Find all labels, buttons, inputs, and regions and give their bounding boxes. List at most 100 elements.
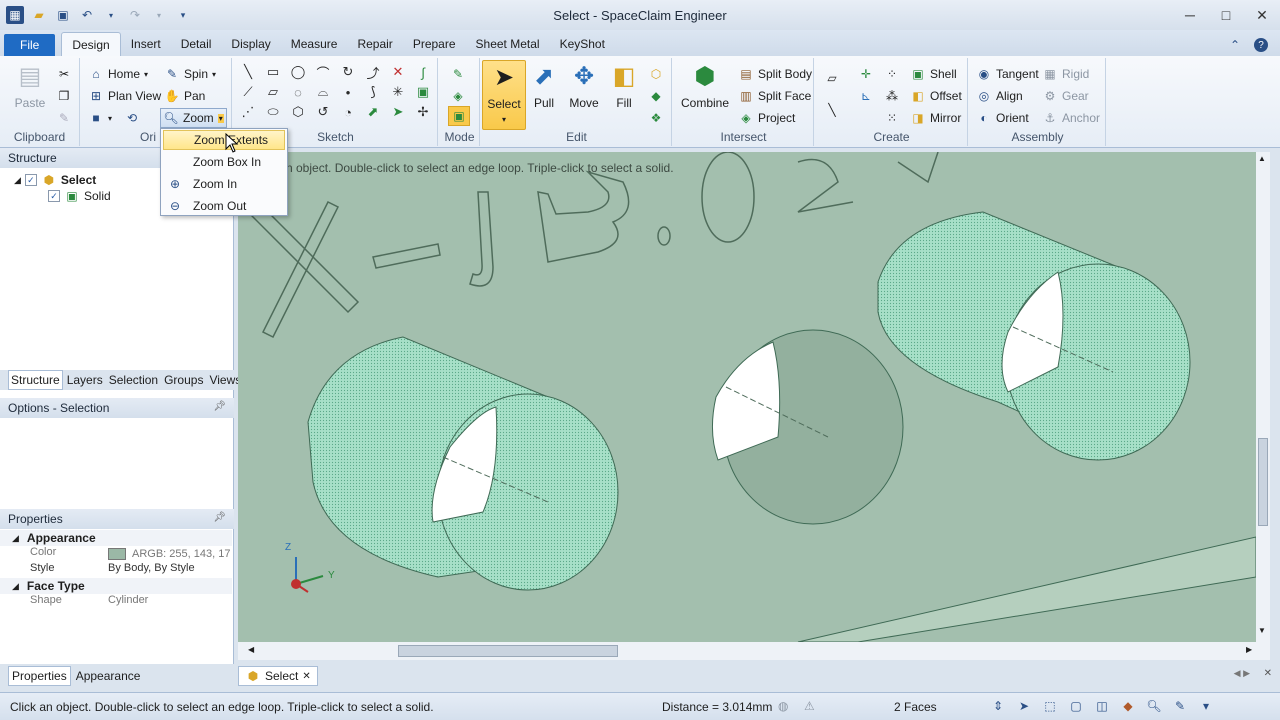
point-button[interactable]: ✛ xyxy=(858,64,874,84)
redo-dropdown-icon[interactable]: ▾ xyxy=(150,6,168,24)
arc-icon[interactable]: ⌒ xyxy=(315,64,331,81)
split-line-icon[interactable]: ✳ xyxy=(390,84,406,100)
customize-qat-icon[interactable]: ▾ xyxy=(174,6,192,24)
help-icon[interactable]: ? xyxy=(1254,38,1268,52)
prop-row-style[interactable]: Style By Body, By Style xyxy=(0,562,232,578)
spline-icon[interactable]: ∫ xyxy=(415,64,431,80)
combine-button[interactable]: ⬢ Combine xyxy=(680,60,730,126)
spin-button[interactable]: ✎ Spin ▾ xyxy=(164,64,216,84)
prop-category-face-type[interactable]: ◢ Face Type xyxy=(0,578,232,594)
scroll-up-icon[interactable]: ▲ xyxy=(1258,154,1266,163)
vertical-scrollbar[interactable]: ▲ ▼ xyxy=(1256,152,1270,642)
undo-dropdown-icon[interactable]: ▾ xyxy=(102,6,120,24)
move-button[interactable]: ✥ Move xyxy=(562,60,606,126)
zoom-dropdown-icon[interactable]: ▾ xyxy=(217,113,224,123)
maximize-button[interactable]: □ xyxy=(1208,0,1244,30)
tab-sheet-metal[interactable]: Sheet Metal xyxy=(466,32,550,56)
gear-button[interactable]: ⚙ Gear xyxy=(1042,86,1089,106)
offset-button[interactable]: ◧ Offset xyxy=(910,86,961,106)
three-point-circle-icon[interactable]: ◌ xyxy=(290,84,306,100)
section-mode-button[interactable]: ◈ xyxy=(450,86,466,106)
linear-pattern-button[interactable]: ⁘ xyxy=(884,64,900,84)
open-icon[interactable]: ▰ xyxy=(30,6,48,24)
rectangle-icon[interactable]: ▭ xyxy=(265,64,281,80)
horizontal-scrollbar[interactable]: ◀ ▶ xyxy=(238,642,1270,660)
tab-structure[interactable]: Structure xyxy=(8,370,63,390)
measure-icon[interactable]: ◍ xyxy=(778,699,788,713)
scroll-down-icon[interactable]: ▼ xyxy=(1258,626,1266,635)
vertical-scroll-thumb[interactable] xyxy=(1258,438,1268,526)
select-button[interactable]: ➤ Select ▾ xyxy=(482,60,526,130)
prop-row-shape[interactable]: Shape Cylinder xyxy=(0,594,232,610)
cursor-icon[interactable]: ➤ xyxy=(1016,698,1032,714)
tree-row-root[interactable]: ◢ ✓ ⬢ Select xyxy=(14,172,96,188)
cut-button[interactable]: ✂ xyxy=(56,64,72,84)
tab-selection[interactable]: Selection xyxy=(107,371,160,389)
menu-item-zoom-out[interactable]: ⊖ Zoom Out xyxy=(163,196,285,216)
point-icon[interactable]: • xyxy=(340,84,356,100)
tab-prepare[interactable]: Prepare xyxy=(403,32,466,56)
more-icon[interactable]: ▾ xyxy=(1198,698,1214,714)
plan-view-button[interactable]: ⊞ Plan View xyxy=(88,86,161,106)
copy-button[interactable]: ❐ xyxy=(56,86,72,106)
sketch-mode-button[interactable]: ✎ xyxy=(450,64,466,84)
redo-icon[interactable]: ↷ xyxy=(126,6,144,24)
three-point-arc-icon[interactable]: ⌓ xyxy=(315,84,331,100)
view-style-icon[interactable]: ◫ xyxy=(1094,698,1110,714)
pin-icon[interactable]: 📌︎ xyxy=(213,401,226,412)
collapse-icon[interactable]: ◢ xyxy=(14,175,21,186)
close-icon[interactable]: ✕ xyxy=(1264,668,1272,679)
shell-button[interactable]: ▣ Shell xyxy=(910,64,956,84)
tab-measure[interactable]: Measure xyxy=(281,32,348,56)
split-face-button[interactable]: ▥ Split Face xyxy=(738,86,811,106)
sweep-arc-icon[interactable]: ↻ xyxy=(340,64,356,80)
replace-button[interactable]: ❖ xyxy=(648,108,664,128)
pin-icon[interactable]: 📌︎ xyxy=(213,512,226,523)
tab-groups[interactable]: Groups xyxy=(162,371,205,389)
ellipse-icon[interactable]: ⬭ xyxy=(265,104,281,120)
mirror-button[interactable]: ◨ Mirror xyxy=(910,108,961,128)
horizontal-scroll-thumb[interactable] xyxy=(398,645,618,657)
scroll-right-icon[interactable]: ▶ xyxy=(1246,645,1252,654)
tab-nav-icon[interactable]: ◀ ▶ xyxy=(1234,668,1250,679)
polygon-icon[interactable]: ⬡ xyxy=(290,104,306,120)
pan-button[interactable]: ✋ Pan xyxy=(164,86,206,106)
align-button[interactable]: ◎ Align xyxy=(976,86,1023,106)
extend-icon[interactable]: ➤ xyxy=(390,104,406,120)
pull-button[interactable]: ⬈ Pull xyxy=(522,60,566,126)
tree-row-solid[interactable]: ✓ ▣ Solid xyxy=(48,188,111,204)
line-icon[interactable]: ╲ xyxy=(240,64,256,80)
select-prev-icon[interactable]: ⇕ xyxy=(990,698,1006,714)
zoom-button[interactable]: 🔍︎ Zoom ▾ xyxy=(160,108,227,128)
3d-mode-button[interactable]: ▣ xyxy=(448,106,470,126)
tab-repair[interactable]: Repair xyxy=(347,32,402,56)
tab-design[interactable]: Design xyxy=(61,32,121,56)
close-button[interactable]: ✕ xyxy=(1244,0,1280,30)
close-icon[interactable]: ✕ xyxy=(302,671,310,682)
tab-appearance[interactable]: Appearance xyxy=(73,667,144,685)
tab-properties[interactable]: Properties xyxy=(8,666,71,686)
axis-button[interactable]: ╲ xyxy=(824,100,840,120)
prop-row-color[interactable]: Color ARGB: 255, 143, 17 xyxy=(0,546,232,562)
box-select-icon[interactable]: ▢ xyxy=(1068,698,1084,714)
split-body-button[interactable]: ▤ Split Body xyxy=(738,64,812,84)
tab-file[interactable]: File xyxy=(4,34,56,56)
menu-item-zoom-extents[interactable]: Zoom Extents xyxy=(163,130,285,150)
tab-keyshot[interactable]: KeyShot xyxy=(550,32,615,56)
minimize-button[interactable]: ─ xyxy=(1172,0,1208,30)
tweak-face-button[interactable]: ◆ xyxy=(648,86,664,106)
paste-button[interactable]: ▤ Paste xyxy=(8,60,52,126)
corner-icon[interactable]: ⬈ xyxy=(365,104,381,120)
doc-tab-select[interactable]: ⬢ Select ✕ xyxy=(238,666,318,686)
origin-button[interactable]: ⊾ xyxy=(858,86,874,106)
fill-button[interactable]: ◧ Fill xyxy=(602,60,646,126)
solid-visibility-checkbox[interactable]: ✓ xyxy=(48,190,60,202)
menu-item-zoom-in[interactable]: ⊕ Zoom In xyxy=(163,174,285,194)
rigid-button[interactable]: ▦ Rigid xyxy=(1042,64,1089,84)
view-cube-button[interactable]: ■ ▾ xyxy=(88,108,112,128)
project-icon[interactable]: ▣ xyxy=(415,84,431,100)
three-point-rect-icon[interactable]: ▱ xyxy=(265,84,281,100)
sketch-icon[interactable]: ✎ xyxy=(1172,698,1188,714)
prop-category-appearance[interactable]: ◢ Appearance xyxy=(0,530,232,546)
tab-layers[interactable]: Layers xyxy=(65,371,105,389)
